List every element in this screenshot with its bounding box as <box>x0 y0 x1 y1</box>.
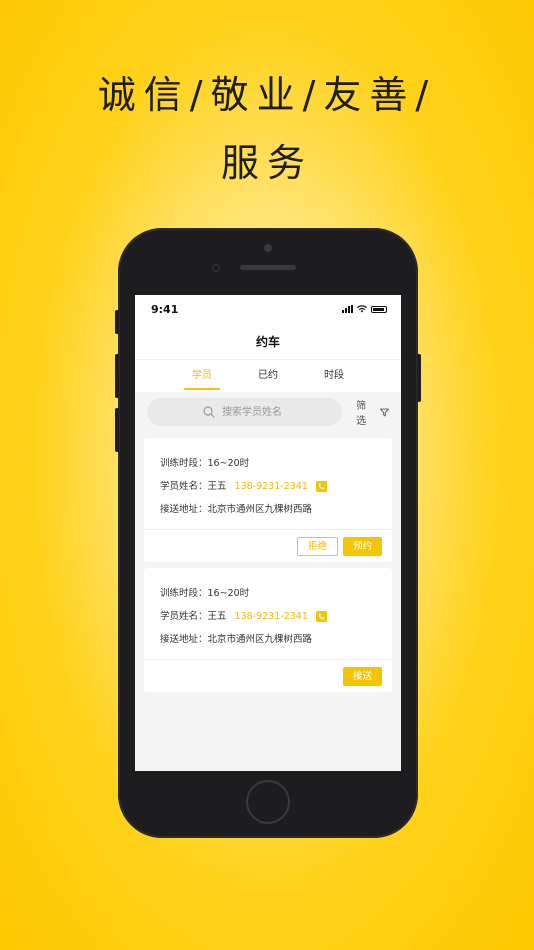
home-button <box>246 780 290 824</box>
card-actions: 接送 <box>144 659 392 692</box>
student-name-value: 王五 <box>207 481 227 492</box>
student-phone[interactable]: 138-9231-2341 <box>235 605 308 628</box>
power-button <box>417 354 421 402</box>
pickup-address-value: 北京市通州区九棵树西路 <box>207 634 313 645</box>
nav-title: 约车 <box>135 325 401 360</box>
pickup-address-label: 接送地址： <box>160 634 208 645</box>
student-name-row: 学员姓名： 王五 138-9231-2341 <box>160 605 376 628</box>
filter-label: 筛选 <box>356 401 367 427</box>
pickup-button[interactable]: 接送 <box>342 666 382 686</box>
filter-button[interactable]: 筛选 <box>356 397 389 427</box>
phone-call-icon[interactable] <box>315 481 327 492</box>
student-name-label: 学员姓名： <box>160 481 208 492</box>
volume-down-button <box>115 408 119 452</box>
student-phone[interactable]: 138-9231-2341 <box>235 475 308 498</box>
tab-booked[interactable]: 已约 <box>235 360 301 392</box>
training-period-label: 训练时段： <box>160 588 208 599</box>
status-icons <box>342 305 387 313</box>
front-camera <box>264 244 272 252</box>
training-period-label: 训练时段： <box>160 458 208 469</box>
phone-call-icon[interactable] <box>315 611 327 622</box>
book-button[interactable]: 预约 <box>342 536 382 556</box>
student-card: 训练时段： 16~20时 学员姓名： 王五 138-9231-2341 接送地址… <box>144 568 392 692</box>
earpiece-speaker <box>240 265 296 270</box>
app-screen: 9:41 约车 学员 已约 时段 搜索学员姓名 筛选 训练时段： 16~20时 … <box>135 295 401 771</box>
training-period-value: 16~20时 <box>207 458 250 469</box>
tab-bar: 学员 已约 时段 <box>135 360 401 392</box>
search-row: 筛选 <box>135 392 401 432</box>
search-box[interactable] <box>147 398 343 426</box>
cellular-signal-icon <box>342 305 353 313</box>
proximity-sensor <box>212 264 220 272</box>
training-period-row: 训练时段： 16~20时 <box>160 582 376 605</box>
pickup-address-value: 北京市通州区九棵树西路 <box>207 504 313 515</box>
phone-mockup: 9:41 约车 学员 已约 时段 搜索学员姓名 筛选 训练时段： 16~20时 … <box>115 228 421 838</box>
search-icon <box>203 406 215 418</box>
mute-switch <box>115 310 119 334</box>
headline-line-2: 服务 <box>220 141 313 185</box>
student-name-value: 王五 <box>207 611 227 622</box>
tab-students[interactable]: 学员 <box>169 360 235 392</box>
wifi-icon <box>357 305 367 313</box>
status-bar: 9:41 <box>135 295 401 325</box>
student-name-row: 学员姓名： 王五 138-9231-2341 <box>160 475 376 498</box>
search-input[interactable] <box>220 405 287 419</box>
reject-button[interactable]: 拒绝 <box>296 536 338 556</box>
student-card: 训练时段： 16~20时 学员姓名： 王五 138-9231-2341 接送地址… <box>144 438 392 562</box>
status-time: 9:41 <box>151 303 179 316</box>
pickup-address-label: 接送地址： <box>160 504 208 515</box>
volume-up-button <box>115 354 119 398</box>
tab-time-slots[interactable]: 时段 <box>301 360 367 392</box>
filter-icon <box>380 408 389 416</box>
student-name-label: 学员姓名： <box>160 611 208 622</box>
pickup-address-row: 接送地址： 北京市通州区九棵树西路 <box>160 628 376 651</box>
headline-line-1: 诚信/敬业/友善/ <box>97 73 437 117</box>
card-actions: 拒绝 预约 <box>144 529 392 562</box>
training-period-value: 16~20时 <box>207 588 250 599</box>
battery-icon <box>371 305 387 313</box>
pickup-address-row: 接送地址： 北京市通州区九棵树西路 <box>160 498 376 521</box>
training-period-row: 训练时段： 16~20时 <box>160 452 376 475</box>
